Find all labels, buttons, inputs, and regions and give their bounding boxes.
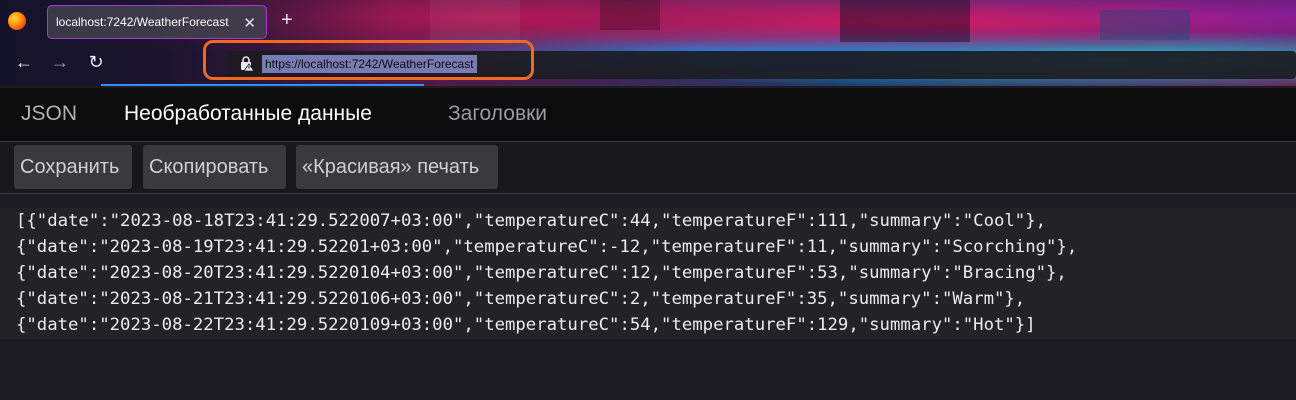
navigation-bar: ← → ↻ xyxy=(0,42,1296,86)
raw-line: {"date":"2023-08-20T23:41:29.5220104+03:… xyxy=(16,263,1067,283)
tab-strip: localhost:7242/WeatherForecast ✕ + xyxy=(0,0,1296,42)
tab-title: localhost:7242/WeatherForecast xyxy=(56,15,229,29)
close-tab-icon[interactable]: ✕ xyxy=(243,14,256,32)
tab-json[interactable]: JSON xyxy=(21,102,77,126)
browser-chrome: localhost:7242/WeatherForecast ✕ + ← → ↻… xyxy=(0,0,1296,86)
tab-raw-data[interactable]: Необработанные данные xyxy=(124,102,372,126)
raw-toolbar: Сохранить Скопировать «Красивая» печать xyxy=(0,142,1296,194)
raw-line: {"date":"2023-08-22T23:41:29.5220109+03:… xyxy=(16,315,1036,335)
tab-underline xyxy=(101,84,424,86)
raw-data-content: [{"date":"2023-08-18T23:41:29.522007+03:… xyxy=(0,208,1296,339)
tab-headers[interactable]: Заголовки xyxy=(448,102,547,126)
raw-line: [{"date":"2023-08-18T23:41:29.522007+03:… xyxy=(16,211,1047,231)
firefox-logo-icon[interactable] xyxy=(8,12,26,30)
copy-button[interactable]: Скопировать xyxy=(143,145,286,189)
browser-tab-active[interactable]: localhost:7242/WeatherForecast ✕ xyxy=(47,5,267,39)
raw-line: {"date":"2023-08-21T23:41:29.5220106+03:… xyxy=(16,289,1026,309)
raw-line: {"date":"2023-08-19T23:41:29.52201+03:00… xyxy=(16,237,1078,257)
back-arrow-icon[interactable]: ← xyxy=(12,52,36,73)
new-tab-button[interactable]: + xyxy=(281,9,293,32)
save-button[interactable]: Сохранить xyxy=(14,145,132,189)
reload-icon[interactable]: ↻ xyxy=(84,52,108,73)
forward-arrow-icon[interactable]: → xyxy=(48,52,72,73)
json-viewer-tabs: JSON Необработанные данные Заголовки xyxy=(0,88,1296,142)
pretty-print-button[interactable]: «Красивая» печать xyxy=(296,145,498,189)
url-highlight-annotation xyxy=(203,40,534,80)
